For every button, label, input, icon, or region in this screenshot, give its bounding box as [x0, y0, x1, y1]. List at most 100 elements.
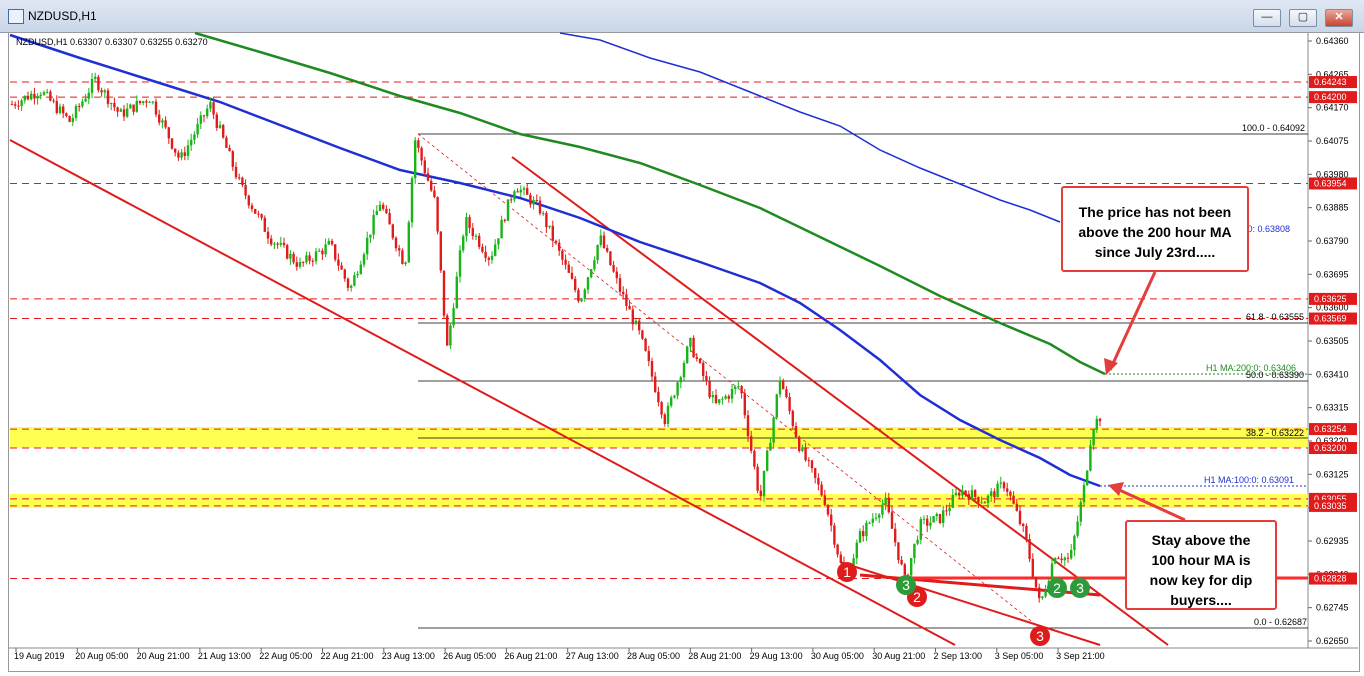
level-tag-label: 0.64200 [1314, 92, 1347, 102]
candle-body [855, 542, 858, 559]
ma200-label: H1 MA:200:0: 0.63406 [1206, 363, 1296, 373]
candle-body [180, 152, 183, 158]
candle-body [353, 275, 356, 286]
candle-body [190, 139, 193, 146]
candle-body [90, 78, 94, 93]
candle-body [535, 199, 538, 201]
candle-body [628, 305, 631, 310]
candle-body [596, 244, 599, 261]
candle-body [724, 396, 727, 399]
candle-body [689, 337, 692, 347]
time-tick-label: 23 Aug 13:00 [382, 651, 435, 661]
time-tick-label: 3 Sep 05:00 [995, 651, 1044, 661]
candle-body [660, 402, 663, 415]
candle-body [481, 246, 484, 252]
swing-marker-label: 3 [1036, 628, 1044, 644]
candle-body [382, 204, 385, 209]
level-tag-label: 0.63954 [1314, 178, 1347, 188]
candle-body [788, 397, 791, 411]
candle-body [135, 100, 138, 112]
price-tick-label: 0.64075 [1316, 136, 1349, 146]
candle-body [970, 490, 974, 500]
candle-body [673, 395, 676, 398]
level-tag-label: 0.63254 [1314, 424, 1347, 434]
candle-body [151, 101, 154, 103]
candle-body [110, 103, 113, 105]
candle-body [359, 264, 362, 275]
candle-body [330, 240, 334, 245]
candle-body [241, 177, 244, 186]
candle-body [247, 195, 250, 206]
candle-body [593, 260, 596, 270]
candle-body [1098, 418, 1102, 422]
candle-body [820, 484, 823, 496]
candle-body [702, 362, 705, 376]
candle-body [900, 559, 903, 565]
candle-body [161, 120, 164, 123]
price-tick-label: 0.62650 [1316, 636, 1349, 646]
candle-body [567, 264, 570, 273]
price-tick-label: 0.63695 [1316, 269, 1349, 279]
candle-body [154, 101, 158, 115]
candle-body [30, 93, 33, 100]
candle-body [132, 104, 135, 112]
candle-body [865, 522, 868, 537]
candle-body [798, 436, 801, 452]
candle-body [919, 519, 922, 540]
candle-body [1009, 491, 1012, 496]
candle-body [254, 208, 257, 214]
candle-body [1070, 550, 1073, 559]
candle-body [126, 108, 129, 117]
candle-body [695, 357, 698, 359]
candle-body [324, 244, 327, 255]
candle-body [407, 222, 410, 263]
candle-body [878, 514, 881, 518]
candle-body [631, 309, 634, 325]
candle-body [983, 502, 986, 504]
candle-body [410, 178, 414, 223]
candle-body [612, 265, 615, 272]
callout-100ma: Stay above the 100 hour MA is now key fo… [1125, 520, 1277, 610]
ma100-line [9, 33, 1101, 488]
candle-body [1006, 488, 1009, 492]
upper-blue-ma-line [559, 32, 1061, 223]
time-tick-label: 21 Aug 13:00 [198, 651, 251, 661]
time-tick-label: 2 Sep 13:00 [934, 651, 983, 661]
candle-body [337, 259, 340, 266]
candle-body [298, 261, 302, 267]
candle-body [570, 272, 574, 279]
candle-body [138, 100, 142, 104]
candle-body [65, 113, 68, 117]
candle-body [727, 396, 730, 399]
candle-body [362, 254, 366, 265]
candle-body [599, 235, 602, 245]
candle-body [122, 109, 126, 117]
candle-body [999, 482, 1002, 484]
candle-body [548, 225, 551, 228]
candle-body [388, 213, 391, 225]
candle-body [218, 125, 222, 128]
candle-body [542, 213, 545, 215]
candle-body [1022, 524, 1025, 526]
price-tick-label: 0.63315 [1316, 403, 1349, 413]
candle-body [302, 261, 305, 263]
candle-body [762, 470, 766, 497]
candle-body [244, 185, 247, 196]
candle-body [177, 152, 180, 158]
candle-body [238, 177, 241, 179]
candle-body [833, 525, 836, 545]
candle-body [785, 389, 788, 398]
candle-body [990, 491, 993, 496]
candle-body [958, 492, 961, 496]
candle-body [836, 544, 839, 555]
candle-body [705, 375, 708, 381]
candle-body [494, 244, 497, 256]
level-tag-label: 0.64243 [1314, 77, 1347, 87]
candle-body [1079, 502, 1082, 522]
candle-body [199, 115, 202, 124]
candle-body [654, 376, 657, 392]
price-tick-label: 0.63790 [1316, 236, 1349, 246]
candle-body [897, 542, 900, 560]
candle-body [926, 518, 929, 526]
candle-body [378, 204, 382, 211]
